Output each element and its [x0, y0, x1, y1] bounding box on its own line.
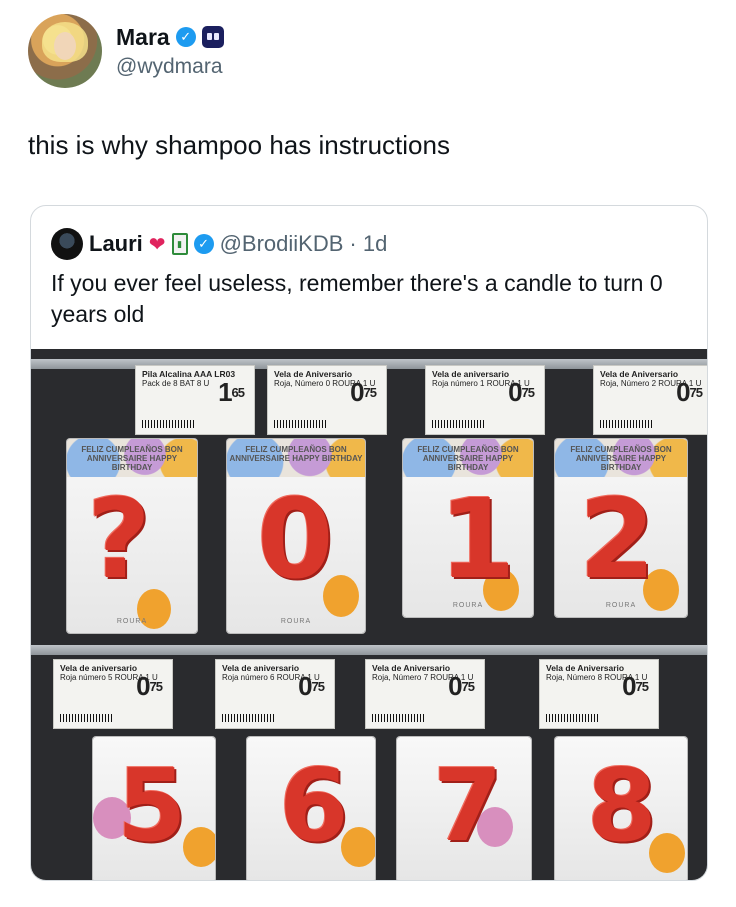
barcode: [142, 420, 196, 428]
price-label: Vela de aniversario Roja número 1 ROURA …: [425, 365, 545, 435]
box-banner: FELIZ CUMPLEAÑOS BON ANNIVERSAIRE HAPPY …: [555, 439, 687, 477]
price-label: Vela de Aniversario Roja, Número 7 ROURA…: [365, 659, 485, 729]
label-title: Vela de Aniversario: [600, 369, 679, 379]
candle-digit: 0: [257, 475, 334, 603]
label-title: Vela de Aniversario: [546, 663, 625, 673]
barcode: [222, 714, 276, 722]
price-label: Vela de Aniversario Roja, Número 8 ROURA…: [539, 659, 659, 729]
candle-digit: 1: [439, 475, 516, 603]
label-price: 075: [298, 671, 325, 701]
box-brand: ROURA: [280, 618, 312, 625]
price-label: Vela de Aniversario Roja, Número 2 ROURA…: [593, 365, 707, 435]
label-price: 075: [448, 671, 475, 701]
candle-digit: 2: [579, 475, 656, 603]
author-handle[interactable]: @wydmara: [116, 55, 224, 79]
label-price: 075: [676, 377, 703, 407]
candle-box: 6: [247, 737, 375, 880]
candle-shelf-photo[interactable]: Pila Alcalina AAA LR03 Pack de 8 BAT 8 U…: [31, 349, 707, 880]
price-label: Vela de Aniversario Roja, Número 0 ROURA…: [267, 365, 387, 435]
candle-box: 8: [555, 737, 687, 880]
box-banner: FELIZ CUMPLEAÑOS BON ANNIVERSAIRE HAPPY …: [227, 439, 365, 477]
candle-digit: 8: [587, 747, 657, 864]
quoted-avatar[interactable]: [51, 228, 83, 260]
candle-box: 5: [93, 737, 215, 880]
quoted-author-name[interactable]: Lauri: [89, 231, 143, 257]
candle-digit: 7: [433, 747, 503, 864]
candle-box: FELIZ CUMPLEAÑOS BON ANNIVERSAIRE HAPPY …: [555, 439, 687, 617]
author-avatar[interactable]: [28, 14, 102, 88]
candle-digit: ?: [87, 475, 151, 603]
candle-box: FELIZ CUMPLEAÑOS BON ANNIVERSAIRE HAPPY …: [403, 439, 533, 617]
candle-box: 7: [397, 737, 531, 880]
label-price: 075: [622, 671, 649, 701]
candle-box: FELIZ CUMPLEAÑOS BON ANNIVERSAIRE HAPPY …: [227, 439, 365, 633]
box-brand: ROURA: [116, 618, 148, 625]
label-title: Pila Alcalina AAA LR03: [142, 369, 236, 379]
box-banner: FELIZ CUMPLEAÑOS BON ANNIVERSAIRE HAPPY …: [403, 439, 533, 477]
label-price: 075: [350, 377, 377, 407]
price-label: Vela de aniversario Roja número 5 ROURA …: [53, 659, 173, 729]
label-title: Vela de aniversario: [222, 663, 300, 673]
box-banner: FELIZ CUMPLEAÑOS BON ANNIVERSAIRE HAPPY …: [67, 439, 197, 477]
price-label: Vela de aniversario Roja número 6 ROURA …: [215, 659, 335, 729]
verified-icon: ✓: [175, 27, 196, 47]
candle-box: FELIZ CUMPLEAÑOS BON ANNIVERSAIRE HAPPY …: [67, 439, 197, 633]
candle-digit: 5: [117, 747, 187, 864]
barcode: [372, 714, 426, 722]
label-price: 075: [508, 377, 535, 407]
label-title: Vela de aniversario: [60, 663, 138, 673]
box-brand: ROURA: [452, 602, 484, 609]
barcode: [600, 420, 654, 428]
quoted-text: If you ever feel useless, remember there…: [51, 270, 663, 327]
avatar-face: [54, 32, 76, 60]
barcode: [274, 420, 328, 428]
label-title: Vela de aniversario: [432, 369, 510, 379]
game-icon: [201, 26, 224, 48]
heart-icon: ❤: [148, 233, 166, 256]
author-name[interactable]: Mara: [116, 24, 170, 51]
label-title: Vela de Aniversario: [274, 369, 353, 379]
candle-digit: 6: [279, 747, 349, 864]
verified-icon: ✓: [193, 234, 214, 254]
price-label: Pila Alcalina AAA LR03 Pack de 8 BAT 8 U…: [135, 365, 255, 435]
tweet-header: Mara ✓ @wydmara: [28, 14, 224, 88]
barcode: [60, 714, 114, 722]
quoted-header: Lauri ❤ ▮ ✓ @BrodiiKDB · 1d: [51, 228, 387, 260]
shelf-edge-bottom: [31, 645, 707, 655]
box-brand: ROURA: [605, 602, 637, 609]
balloon: [183, 827, 215, 867]
quoted-timestamp[interactable]: · 1d: [349, 231, 387, 257]
quoted-tweet[interactable]: Lauri ❤ ▮ ✓ @BrodiiKDB · 1d If you ever …: [30, 205, 708, 881]
barcode: [546, 714, 600, 722]
barcode: [432, 420, 486, 428]
author-info: Mara ✓ @wydmara: [116, 24, 224, 79]
quoted-author-handle[interactable]: @BrodiiKDB: [220, 231, 344, 257]
juice-icon: ▮: [171, 233, 188, 255]
label-price: 075: [136, 671, 163, 701]
label-price: 165: [218, 377, 245, 407]
label-title: Vela de Aniversario: [372, 663, 451, 673]
author-name-row: Mara ✓: [116, 24, 224, 51]
tweet-text: this is why shampoo has instructions: [28, 130, 450, 160]
